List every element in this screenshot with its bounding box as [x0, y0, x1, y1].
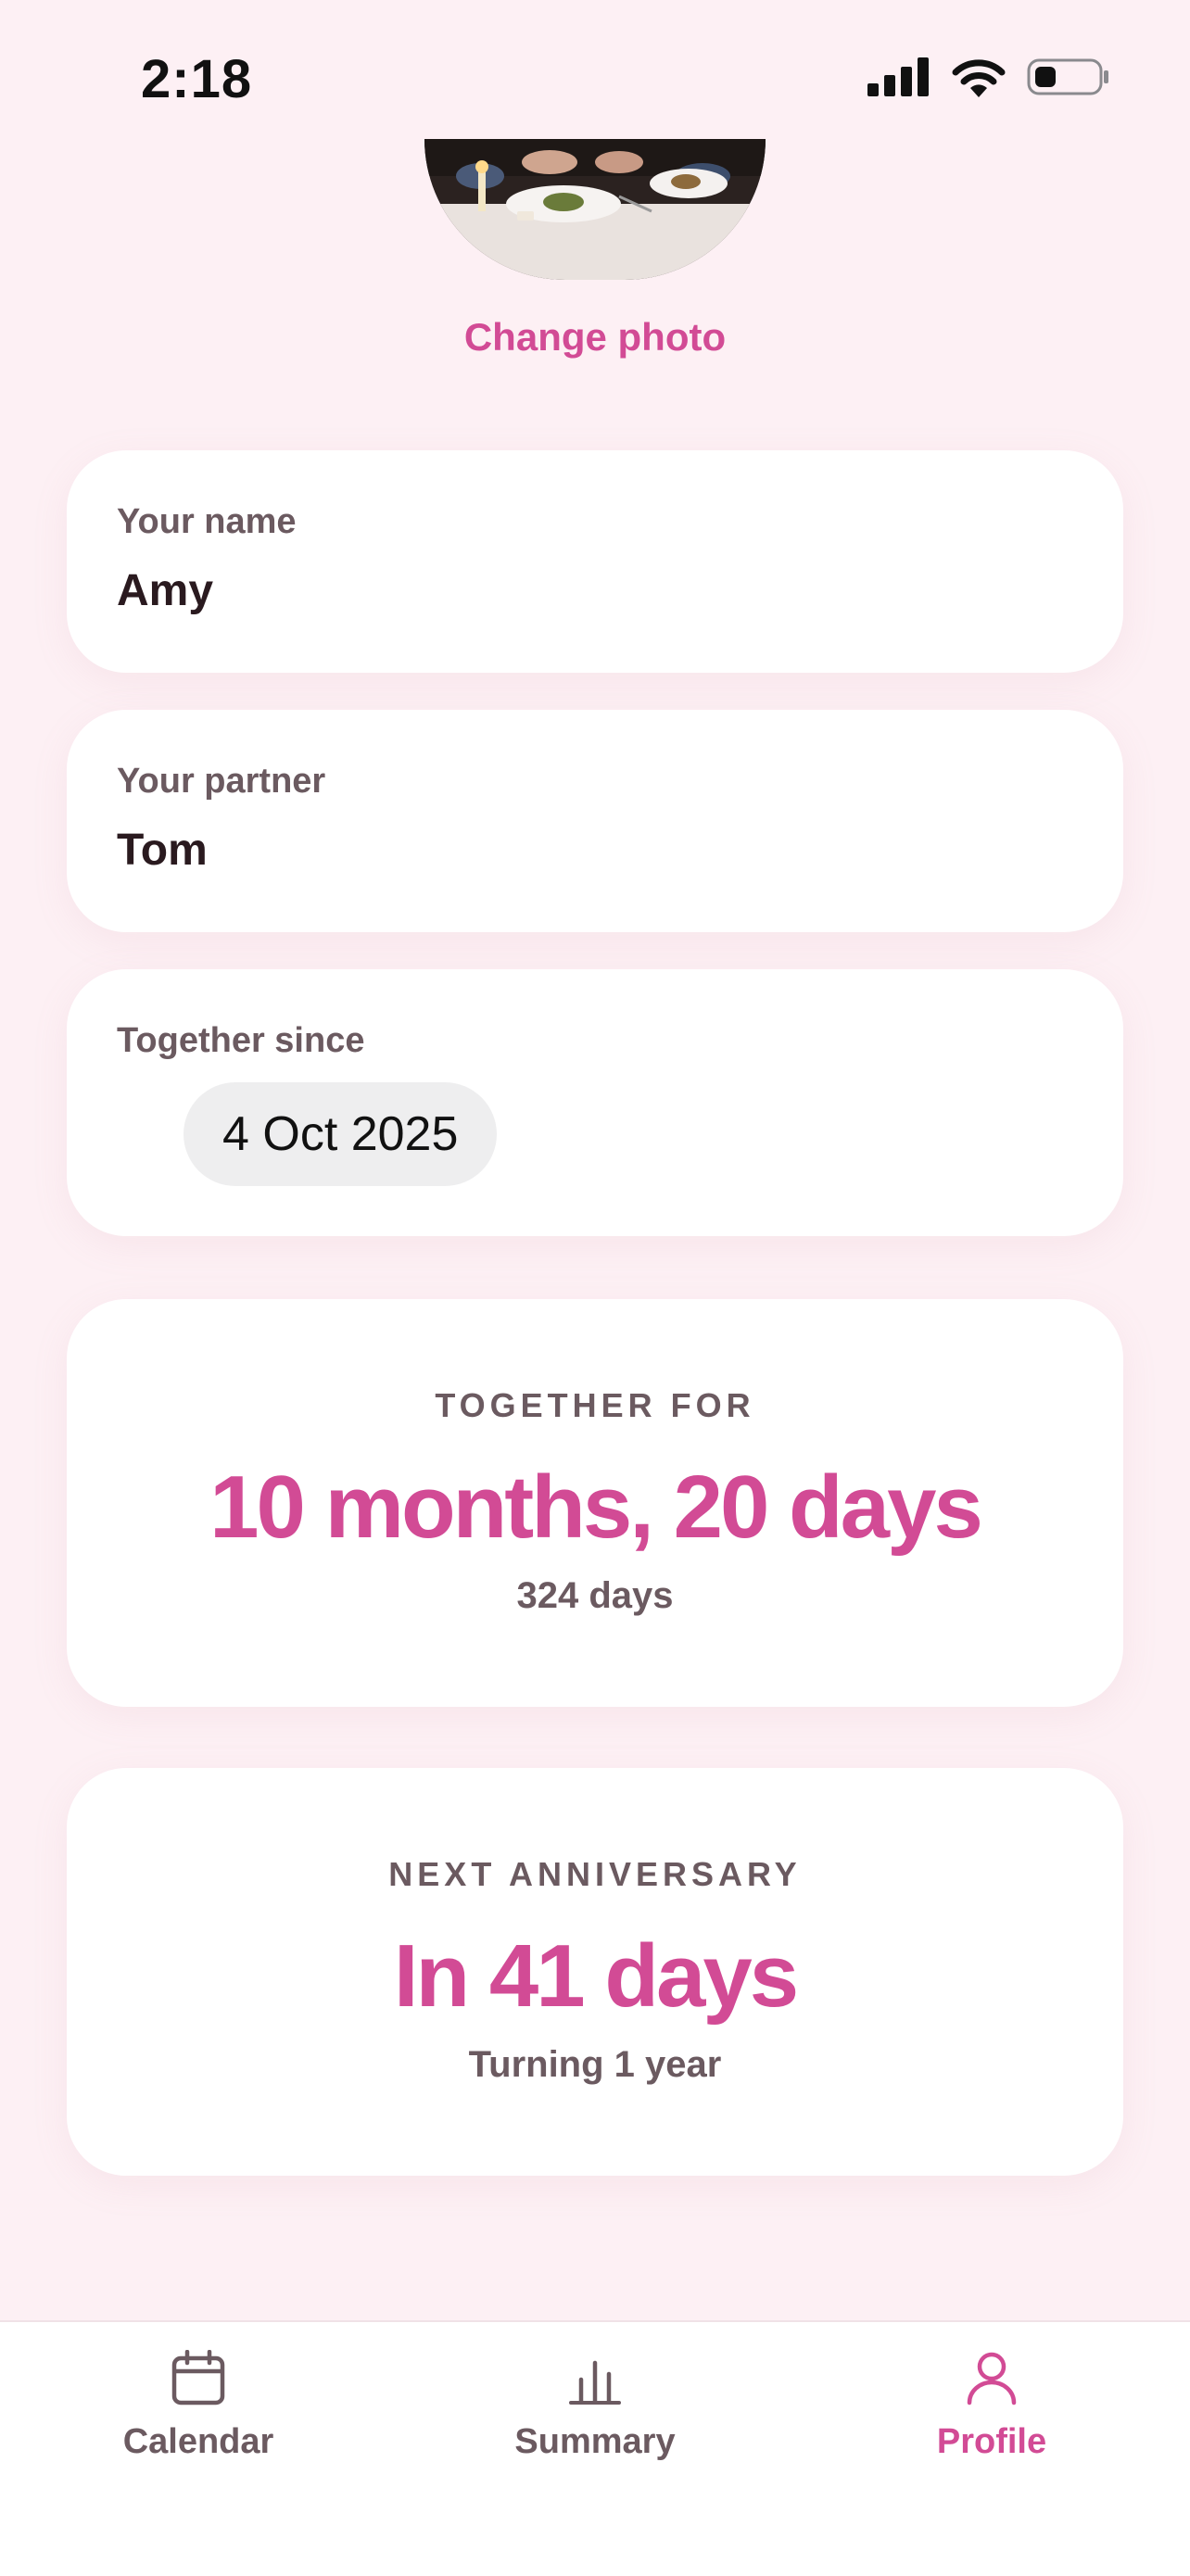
next-anniversary-milestone: Turning 1 year	[468, 2044, 722, 2085]
together-since-label: Together since	[117, 1021, 365, 1060]
tab-summary[interactable]: Summary	[456, 2350, 734, 2462]
together-for-card: TOGETHER FOR 10 months, 20 days 324 days	[67, 1299, 1123, 1707]
person-icon	[967, 2352, 1017, 2406]
together-for-duration: 10 months, 20 days	[209, 1458, 983, 1557]
profile-photo-image	[424, 139, 766, 280]
tab-profile[interactable]: Profile	[853, 2350, 1131, 2462]
name-field-label: Your name	[117, 502, 297, 541]
partner-field-card[interactable]: Your partner Tom	[67, 710, 1123, 932]
together-since-card: Together since 4 Oct 2025	[67, 969, 1123, 1236]
change-photo-button[interactable]: Change photo	[0, 315, 1190, 360]
together-for-days: 324 days	[516, 1575, 674, 1616]
name-field-value[interactable]: Amy	[117, 565, 213, 616]
status-time: 2:18	[141, 49, 253, 109]
tab-profile-label: Profile	[936, 2422, 1047, 2461]
wifi-icon	[952, 59, 1006, 97]
partner-field-label: Your partner	[117, 762, 326, 801]
bar-chart-icon	[569, 2360, 621, 2405]
tab-calendar-label: Calendar	[122, 2422, 274, 2461]
partner-field-value[interactable]: Tom	[117, 825, 208, 876]
next-anniversary-card: NEXT ANNIVERSARY In 41 days Turning 1 ye…	[67, 1768, 1123, 2176]
profile-photo[interactable]	[424, 139, 766, 280]
calendar-icon	[171, 2350, 225, 2406]
next-anniversary-countdown: In 41 days	[393, 1926, 799, 2026]
battery-icon	[1027, 58, 1108, 95]
together-for-kicker: TOGETHER FOR	[435, 1386, 755, 1424]
tab-bar: Calendar Summary Profile	[0, 2320, 1190, 2576]
tab-calendar[interactable]: Calendar	[59, 2350, 337, 2462]
cellular-signal-icon	[867, 57, 929, 96]
together-since-date-picker[interactable]: 4 Oct 2025	[184, 1082, 498, 1186]
next-anniversary-kicker: NEXT ANNIVERSARY	[388, 1855, 802, 1893]
status-bar: 2:18	[0, 0, 1190, 158]
name-field-card[interactable]: Your name Amy	[67, 450, 1123, 673]
tab-summary-label: Summary	[514, 2422, 676, 2461]
status-icons	[867, 54, 1110, 100]
